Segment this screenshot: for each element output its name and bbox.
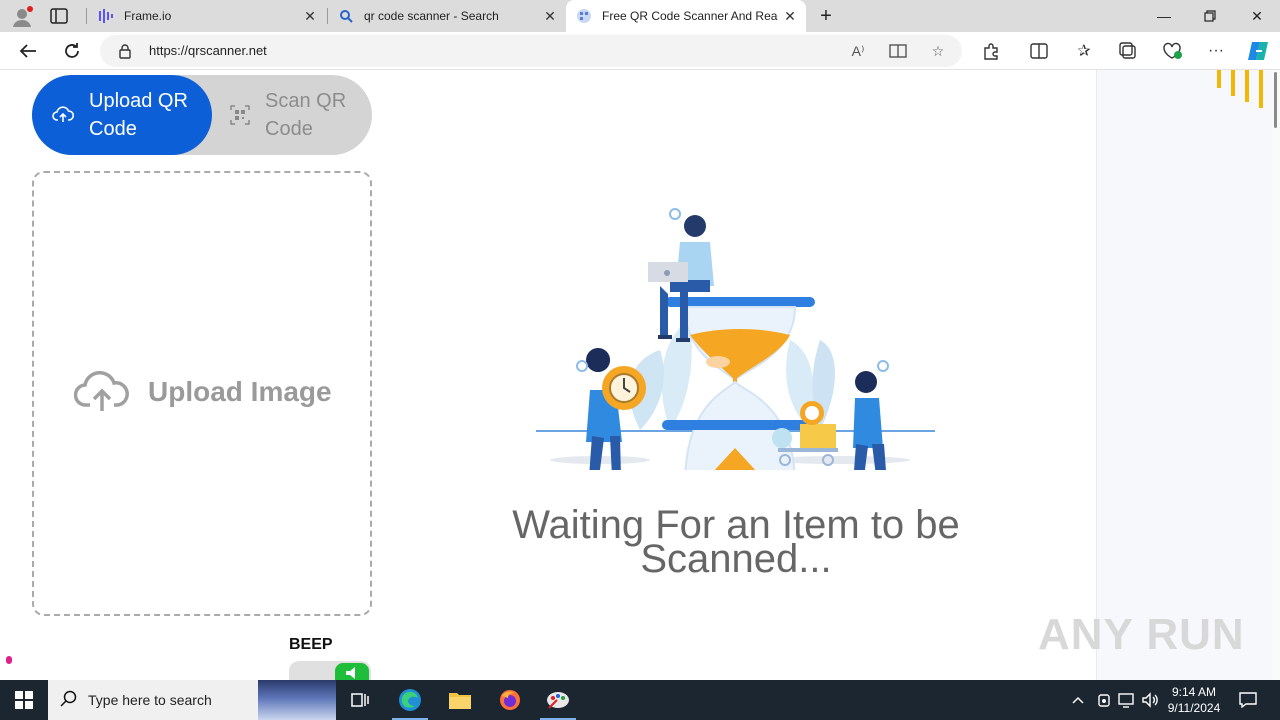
- task-view-icon[interactable]: [336, 680, 384, 720]
- qr-scan-icon: [230, 105, 250, 125]
- favorite-star-icon[interactable]: ☆: [928, 41, 948, 61]
- system-clock[interactable]: 9:14 AM 9/11/2024: [1158, 684, 1230, 716]
- search-icon: [60, 690, 80, 710]
- decor-stripe: [1217, 70, 1221, 88]
- security-tray-icon[interactable]: [1094, 690, 1114, 710]
- page-scrollbar[interactable]: [1272, 70, 1280, 680]
- new-tab-icon[interactable]: +: [816, 6, 836, 26]
- close-tab-icon[interactable]: ✕: [542, 8, 558, 24]
- tab-actions-icon[interactable]: [50, 8, 68, 24]
- clock-date: 9/11/2024: [1167, 701, 1221, 715]
- scan-qr-code-button[interactable]: Scan QR Code: [230, 75, 372, 155]
- scrollbar-thumb[interactable]: [1274, 72, 1277, 128]
- tab-qr-search[interactable]: qr code scanner - Search ✕: [328, 0, 566, 32]
- favorites-icon[interactable]: ✰: [1069, 36, 1099, 66]
- read-aloud-icon[interactable]: A⁾: [848, 41, 868, 61]
- volume-icon[interactable]: [1140, 690, 1160, 710]
- right-sidebar: [1096, 70, 1272, 680]
- search-icon: [338, 8, 354, 24]
- browser-essentials-icon[interactable]: [1157, 36, 1187, 66]
- address-bar[interactable]: https://qrscanner.net A⁾ ☆: [100, 35, 962, 67]
- decor-stripe: [1231, 70, 1235, 96]
- tab-label: Free QR Code Scanner And Read: [602, 9, 778, 23]
- navigation-bar: https://qrscanner.net A⁾ ☆ ✰ ···: [0, 32, 1280, 70]
- refresh-icon[interactable]: [57, 36, 87, 66]
- windows-start-icon[interactable]: [0, 680, 48, 720]
- notifications-icon[interactable]: [1238, 690, 1258, 710]
- left-margin: [0, 70, 12, 680]
- cloud-upload-icon: [73, 369, 130, 415]
- beep-label: BEEP: [289, 636, 333, 653]
- scan-qr-code-label: Scan QR Code: [265, 90, 347, 140]
- search-placeholder: Type here to search: [88, 692, 212, 708]
- firefox-icon[interactable]: [486, 680, 534, 720]
- network-icon[interactable]: [1117, 690, 1137, 710]
- profile-icon[interactable]: [10, 5, 34, 29]
- waiting-hourglass-illustration: [520, 130, 950, 524]
- tab-label: Frame.io: [124, 9, 172, 23]
- browser-tab-bar: Frame.io ✕ qr code scanner - Search ✕ Fr…: [0, 0, 1280, 32]
- url-text: https://qrscanner.net: [149, 43, 267, 58]
- more-options-icon[interactable]: ···: [1201, 36, 1231, 66]
- mode-toggle: Upload QR Code Scan QR Code: [32, 75, 372, 155]
- clock-time: 9:14 AM: [1171, 685, 1217, 699]
- beep-toggle[interactable]: [289, 661, 371, 680]
- upload-image-dropzone[interactable]: Upload Image: [32, 171, 372, 616]
- copilot-icon[interactable]: [1243, 36, 1273, 66]
- edge-marker-icon: [6, 656, 12, 664]
- lock-icon[interactable]: [118, 43, 132, 64]
- minimize-icon[interactable]: —: [1141, 0, 1187, 32]
- watermark: ANY RUN: [1038, 610, 1245, 659]
- taskbar-search-box[interactable]: Type here to search: [48, 680, 336, 720]
- restore-icon[interactable]: [1187, 0, 1233, 32]
- tab-label: qr code scanner - Search: [364, 9, 499, 23]
- tab-frameio[interactable]: Frame.io ✕: [88, 0, 326, 32]
- waiting-status-text: Waiting For an Item to be Scanned...: [512, 503, 960, 581]
- edge-browser-icon[interactable]: [386, 680, 434, 720]
- tab-qrscanner[interactable]: Free QR Code Scanner And Read ✕: [566, 0, 806, 32]
- taskbar: Type here to search 9:14 AM 9/11/2024: [0, 680, 1280, 720]
- back-icon[interactable]: [13, 36, 43, 66]
- upload-qr-code-label: Upload QR Code: [89, 90, 188, 140]
- search-highlight-image: [258, 680, 336, 720]
- qrscanner-favicon: [576, 8, 592, 24]
- decor-stripe: [1259, 70, 1263, 108]
- show-hidden-icons-chevron-icon[interactable]: [1068, 690, 1088, 710]
- frameio-icon: [98, 8, 114, 24]
- extensions-icon[interactable]: [976, 36, 1006, 66]
- cloud-upload-icon: [52, 104, 75, 126]
- close-window-icon[interactable]: ✕: [1234, 0, 1280, 32]
- page-content: Upload QR Code Scan QR Code Upload Image…: [0, 70, 1280, 680]
- upload-qr-code-button[interactable]: Upload QR Code: [32, 75, 212, 155]
- close-tab-icon[interactable]: ✕: [302, 8, 318, 24]
- file-explorer-icon[interactable]: [436, 680, 484, 720]
- split-screen-icon[interactable]: [1024, 36, 1054, 66]
- paint-app-icon[interactable]: [534, 680, 582, 720]
- close-tab-icon[interactable]: ✕: [782, 8, 798, 24]
- decor-stripe: [1245, 70, 1249, 102]
- collections-icon[interactable]: [1113, 36, 1143, 66]
- immersive-reader-icon[interactable]: [888, 41, 908, 61]
- beep-sound-icon: [335, 663, 369, 680]
- upload-image-label: Upload Image: [148, 376, 332, 407]
